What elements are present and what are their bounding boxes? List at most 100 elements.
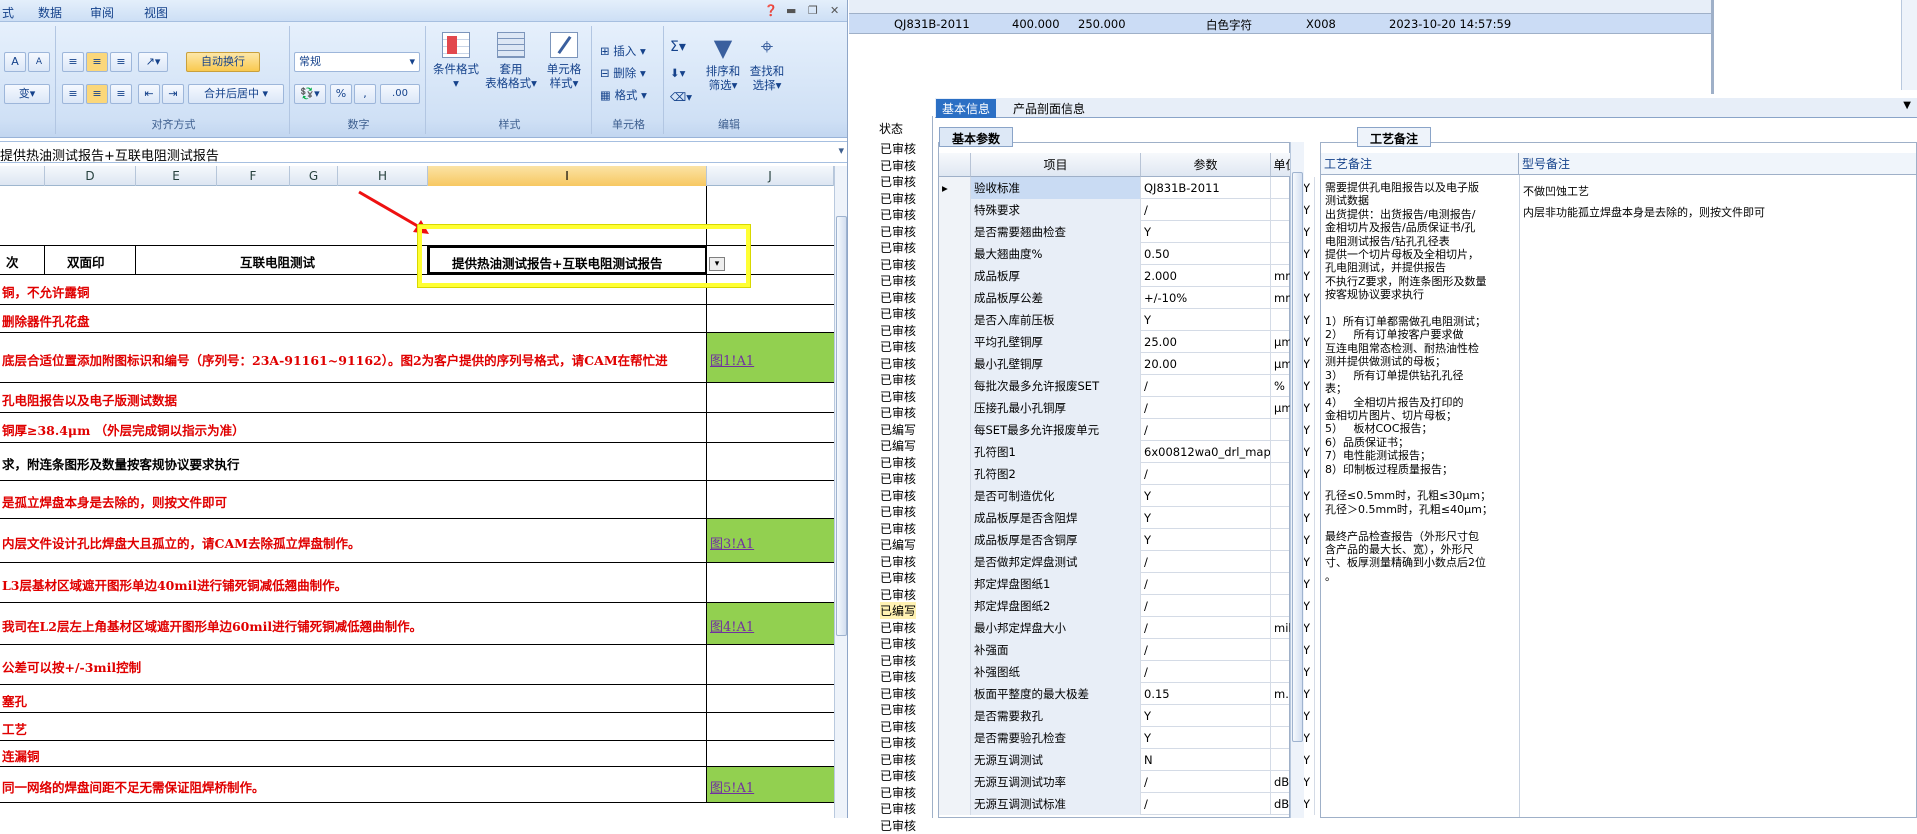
table-row[interactable]: 内层文件设计孔比焊盘大且孤立的，请CAM去除孤立焊盘制作。 图3!A1 bbox=[0, 519, 834, 563]
row-indicator[interactable] bbox=[939, 507, 971, 529]
align-top-icon[interactable]: ≡ bbox=[62, 52, 84, 72]
table-row[interactable]: 是否需要验孔检查 Y Y bbox=[939, 727, 1315, 749]
table-row[interactable]: 工艺 bbox=[0, 713, 834, 741]
column-header-i[interactable]: I bbox=[428, 166, 707, 186]
splitter[interactable] bbox=[1711, 0, 1714, 94]
table-row[interactable]: 平均孔壁铜厚 25.00 μm Y bbox=[939, 331, 1315, 353]
column-header-g[interactable]: G bbox=[290, 166, 338, 186]
chevron-down-icon[interactable]: ▼ bbox=[1903, 100, 1911, 111]
param-value[interactable]: 0.15 bbox=[1141, 683, 1271, 705]
table-row[interactable]: 底层合适位置添加附图标识和编号（序列号：23A-91161~91162）。图2为… bbox=[0, 333, 834, 383]
hyperlink-cell[interactable]: 图5!A1 bbox=[707, 767, 834, 802]
table-row[interactable]: 特殊要求 / Y bbox=[939, 199, 1315, 221]
minimize-icon[interactable]: ▬ bbox=[786, 4, 796, 17]
table-row[interactable]: 邦定焊盘图纸1/Y bbox=[939, 573, 1315, 595]
hyperlink-cell[interactable]: 图4!A1 bbox=[707, 603, 834, 644]
table-row[interactable]: 是否需要救孔 Y Y bbox=[939, 705, 1315, 727]
param-value[interactable]: / bbox=[1141, 771, 1271, 793]
table-row[interactable]: 同一网络的焊盘间距不足无需保证阻焊桥制作。 图5!A1 bbox=[0, 767, 834, 803]
table-row[interactable]: 塞孔 bbox=[0, 685, 834, 713]
row-indicator[interactable] bbox=[939, 397, 971, 419]
cell[interactable]: 次 bbox=[0, 246, 45, 274]
delete-button[interactable]: ⊟ 删除 ▾ bbox=[600, 66, 646, 80]
param-value[interactable]: Y bbox=[1141, 221, 1271, 243]
cell-styles-button[interactable]: 单元格 样式▾ bbox=[540, 32, 588, 90]
row-indicator[interactable] bbox=[939, 529, 971, 551]
status-item[interactable]: 已编写 bbox=[880, 437, 916, 454]
cell[interactable]: 我司在L2层左上角基材区域遮开图形单边60mil进行铺死铜减低翘曲制作。 bbox=[0, 603, 707, 644]
menu-formulas[interactable]: 式 bbox=[2, 4, 14, 21]
cell[interactable]: 底层合适位置添加附图标识和编号（序列号：23A-91161~91162）。图2为… bbox=[0, 333, 707, 382]
table-row[interactable]: 删除器件孔花盘 bbox=[0, 305, 834, 333]
param-value[interactable]: / bbox=[1141, 463, 1271, 485]
clear-icon[interactable]: ⌫▾ bbox=[670, 90, 692, 104]
status-item[interactable]: 已审核 bbox=[880, 503, 916, 520]
table-row[interactable]: 补强图纸 / Y bbox=[939, 661, 1315, 683]
status-item[interactable]: 已审核 bbox=[880, 338, 916, 355]
table-row[interactable]: 最大翘曲度% 0.50 Y bbox=[939, 243, 1315, 265]
scroll-thumb[interactable] bbox=[836, 216, 847, 636]
scroll-thumb[interactable] bbox=[1292, 172, 1303, 742]
status-item[interactable]: 已审核 bbox=[880, 784, 916, 801]
cell[interactable]: 是孤立焊盘本身是去除的，则按文件即可 bbox=[0, 481, 707, 518]
increase-indent-icon[interactable]: ⇥ bbox=[162, 84, 184, 104]
row-indicator[interactable] bbox=[939, 221, 971, 243]
status-item[interactable]: 已审核 bbox=[880, 718, 916, 735]
table-row[interactable]: 成品板厚是否含阻焊 Y Y bbox=[939, 507, 1315, 529]
column-header-c[interactable] bbox=[0, 166, 45, 186]
param-value[interactable]: / bbox=[1141, 639, 1271, 661]
param-value[interactable]: Y bbox=[1141, 485, 1271, 507]
row-indicator[interactable] bbox=[939, 441, 971, 463]
status-item[interactable]: 已审核 bbox=[880, 586, 916, 603]
column-header-d[interactable]: D bbox=[45, 166, 136, 186]
menu-review[interactable]: 审阅 bbox=[90, 4, 114, 21]
param-value[interactable]: Y bbox=[1141, 705, 1271, 727]
cell[interactable]: 工艺 bbox=[0, 713, 707, 740]
param-value[interactable]: N bbox=[1141, 749, 1271, 771]
cell[interactable]: L3层基材区域遮开图形单边40mil进行铺死铜减低翘曲制作。 bbox=[0, 563, 707, 602]
cell[interactable]: 双面印 bbox=[45, 246, 136, 274]
column-header-h[interactable]: H bbox=[338, 166, 428, 186]
row-indicator[interactable] bbox=[939, 617, 971, 639]
autosum-button[interactable]: Σ▾ bbox=[670, 40, 686, 54]
row-indicator[interactable] bbox=[939, 705, 971, 727]
table-row[interactable]: 最小孔壁铜厚 20.00 μm Y bbox=[939, 353, 1315, 375]
table-row[interactable]: 连漏铜 bbox=[0, 741, 834, 767]
status-item[interactable]: 已审核 bbox=[880, 701, 916, 718]
row-indicator[interactable] bbox=[939, 485, 971, 507]
align-center-icon[interactable]: ≡ bbox=[86, 84, 108, 104]
restore-icon[interactable]: ❐ bbox=[808, 4, 818, 17]
status-item[interactable]: 已编写 bbox=[880, 421, 916, 438]
status-item[interactable]: 已审核 bbox=[880, 223, 916, 240]
table-row[interactable]: 铜厚≥38.4μm （外层完成铜以指示为准） bbox=[0, 413, 834, 443]
table-row[interactable]: 最小邦定焊盘大小 / mil Y bbox=[939, 617, 1315, 639]
param-value[interactable]: / bbox=[1141, 573, 1271, 595]
menu-data[interactable]: 数据 bbox=[38, 4, 62, 21]
table-row[interactable]: 是否可制造优化 Y Y bbox=[939, 485, 1315, 507]
table-row[interactable]: 无源互调测试 N Y bbox=[939, 749, 1315, 771]
param-value[interactable]: 6x00812wa0_drl_map... bbox=[1141, 441, 1271, 463]
table-row[interactable]: 孔符图2/Y bbox=[939, 463, 1315, 485]
param-value[interactable]: Y bbox=[1141, 309, 1271, 331]
tab-tech-notes[interactable]: 工艺备注 bbox=[1357, 127, 1432, 147]
row-indicator[interactable] bbox=[939, 771, 971, 793]
cell[interactable]: 塞孔 bbox=[0, 685, 707, 712]
align-middle-icon[interactable]: ≡ bbox=[86, 52, 108, 72]
param-value[interactable]: 25.00 bbox=[1141, 331, 1271, 353]
table-row[interactable]: 公差可以按+/-3mil控制 bbox=[0, 645, 834, 685]
status-item[interactable]: 已审核 bbox=[880, 239, 916, 256]
status-item[interactable]: 已审核 bbox=[880, 190, 916, 207]
param-value[interactable]: QJ831B-2011 bbox=[1141, 177, 1271, 199]
param-value[interactable]: / bbox=[1141, 595, 1271, 617]
format-as-table-button[interactable]: 套用 表格格式▾ bbox=[484, 32, 538, 90]
cell[interactable]: 孔电阻报告以及电子版测试数据 bbox=[0, 383, 707, 412]
hyperlink[interactable]: 图3!A1 bbox=[710, 533, 754, 552]
row-indicator[interactable] bbox=[939, 639, 971, 661]
status-item[interactable]: 已审核 bbox=[880, 520, 916, 537]
hyperlink[interactable]: 图4!A1 bbox=[710, 616, 754, 635]
table-row[interactable]: 孔符图1 6x00812wa0_drl_map... Y bbox=[939, 441, 1315, 463]
param-value[interactable]: / bbox=[1141, 551, 1271, 573]
expand-formula-icon[interactable]: ▾ bbox=[838, 144, 844, 157]
cell[interactable]: 内层文件设计孔比焊盘大且孤立的，请CAM去除孤立焊盘制作。 bbox=[0, 519, 707, 562]
comma-button[interactable]: , bbox=[354, 84, 376, 104]
